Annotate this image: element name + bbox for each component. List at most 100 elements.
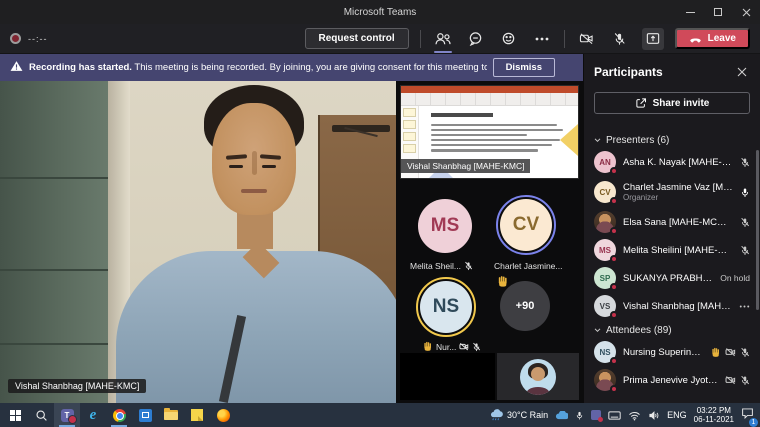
participant-row-nursing[interactable]: NS Nursing Superintend... — [594, 338, 750, 366]
participants-button[interactable] — [432, 28, 454, 50]
reactions-button[interactable] — [498, 28, 520, 50]
banner-message: This meeting is being recorded. By joini… — [134, 62, 486, 73]
ppt-title-bar — [401, 86, 578, 93]
mic-tray-icon[interactable] — [575, 410, 584, 421]
share-invite-button[interactable]: Share invite — [594, 92, 750, 114]
hang-up-icon — [689, 35, 702, 43]
onedrive-tray-icon[interactable] — [555, 411, 568, 420]
avatar: NS — [594, 341, 616, 363]
participant-row-elsa[interactable]: Elsa Sana [MAHE-MCON] — [594, 208, 750, 236]
weather-widget[interactable]: 30°C Rain — [489, 409, 548, 421]
participant-photo-avatar — [520, 359, 556, 395]
ppt-slide-thumb — [403, 132, 416, 141]
leave-button[interactable]: Leave — [675, 28, 750, 49]
close-icon — [737, 67, 747, 77]
video-tile-participant[interactable] — [497, 353, 579, 400]
share-invite-label: Share invite — [653, 98, 710, 109]
status-busy-dot — [610, 311, 618, 319]
screen-share-thumbnail[interactable]: Vishal Shanbhag [MAHE-KMC] — [400, 85, 579, 179]
tile-avatar-ns[interactable]: NS — [420, 281, 472, 333]
start-button[interactable] — [2, 403, 28, 427]
raised-hand-icon — [496, 275, 509, 288]
avatar-photo — [594, 211, 616, 233]
taskbar-explorer-app[interactable] — [158, 403, 184, 427]
panel-scrollbar[interactable] — [756, 150, 759, 310]
video-tile-empty[interactable] — [400, 353, 495, 400]
meeting-toolbar: --:-- Request control — [0, 24, 760, 54]
avatar: SP — [594, 267, 616, 289]
people-icon — [434, 32, 452, 46]
tile-label-melita: Melita Sheil... — [410, 261, 473, 271]
section-label: Attendees (89) — [606, 325, 672, 336]
participant-row-asha[interactable]: AN Asha K. Nayak [MAHE-MCON] — [594, 148, 750, 176]
main-speaker-video[interactable]: Vishal Shanbhag [MAHE-KMC] — [0, 81, 396, 403]
meeting-stage: Vishal Shanbhag [MAHE-KMC] — [0, 81, 583, 403]
maximize-icon — [714, 8, 722, 16]
weather-text: 30°C Rain — [507, 410, 548, 420]
internet-explorer-icon: e — [90, 407, 97, 424]
avatar-initials: CV — [599, 188, 610, 197]
ppt-slide-title-line — [431, 113, 493, 117]
volume-tray-icon[interactable] — [648, 410, 660, 421]
participant-row-melita[interactable]: MS Melita Sheilini [MAHE-MCON] — [594, 236, 750, 264]
tile-avatar-cv[interactable]: CV — [500, 199, 552, 251]
participant-row-sukanya[interactable]: SP SUKANYA PRABHU - 2105... On hold — [594, 264, 750, 292]
participant-name: Charlet Jasmine Vaz [MAHE-... — [623, 182, 733, 193]
camera-toggle-button[interactable] — [576, 28, 598, 50]
taskbar-search-button[interactable] — [28, 403, 54, 427]
participant-row-prima[interactable]: Prima Jenevive Jyothi D'S... — [594, 366, 750, 394]
taskbar-clock[interactable]: 03:22 PM 06-11-2021 — [694, 406, 734, 424]
attendees-section-header[interactable]: Attendees (89) — [594, 322, 750, 338]
close-button[interactable] — [732, 0, 760, 24]
ppt-ribbon — [401, 93, 578, 106]
firefox-icon — [217, 409, 230, 422]
chevron-down-icon — [594, 328, 601, 333]
camera-off-icon — [725, 347, 736, 357]
wifi-tray-icon[interactable] — [628, 410, 641, 421]
more-icon[interactable] — [739, 305, 750, 308]
language-indicator[interactable]: ENG — [667, 410, 687, 420]
ppt-text-line — [431, 124, 557, 126]
avatar: CV — [594, 181, 616, 203]
tile-overflow-count[interactable]: +90 — [500, 281, 550, 331]
more-options-button[interactable] — [531, 28, 553, 50]
panel-title: Participants — [594, 65, 663, 79]
tile-name: Charlet Jasmine... — [494, 261, 563, 271]
participant-name: Elsa Sana [MAHE-MCON] — [623, 217, 733, 228]
status-busy-dot — [610, 385, 618, 393]
presenters-section-header[interactable]: Presenters (6) — [594, 132, 750, 148]
request-control-button[interactable]: Request control — [305, 28, 409, 49]
notification-badge: 1 — [749, 418, 758, 427]
maximize-button[interactable] — [704, 0, 732, 24]
participant-row-charlet[interactable]: CV Charlet Jasmine Vaz [MAHE-... Organiz… — [594, 176, 750, 208]
taskbar-ie-app[interactable]: e — [80, 403, 106, 427]
dismiss-button[interactable]: Dismiss — [493, 58, 555, 77]
share-invite-icon — [635, 97, 647, 109]
tile-avatar-ms[interactable]: MS — [418, 199, 472, 253]
taskbar-stickynotes-app[interactable] — [184, 403, 210, 427]
raised-hand-ring: NS — [416, 277, 476, 337]
taskbar-chrome-app[interactable] — [106, 403, 132, 427]
banner-text: Recording has started. This meeting is b… — [29, 62, 487, 73]
share-screen-button[interactable] — [642, 28, 664, 50]
teams-tray-icon[interactable] — [591, 410, 601, 420]
movies-tv-icon — [139, 409, 152, 422]
taskbar-teams-app[interactable]: T — [54, 403, 80, 427]
ppt-text-line — [431, 149, 538, 151]
close-panel-button[interactable] — [734, 64, 750, 80]
mic-off-icon — [740, 245, 750, 256]
keyboard-tray-icon[interactable] — [608, 411, 621, 420]
chat-button[interactable] — [465, 28, 487, 50]
taskbar-firefox-app[interactable] — [210, 403, 236, 427]
status-busy-dot — [610, 255, 618, 263]
mic-toggle-button[interactable] — [609, 28, 631, 50]
minimize-button[interactable] — [676, 0, 704, 24]
mic-off-icon — [740, 347, 750, 358]
avatar-initials: NS — [433, 296, 459, 318]
tile-label-charlet: Charlet Jasmine... — [494, 261, 563, 271]
action-center-button[interactable]: 1 — [741, 406, 754, 424]
ppt-slide-thumb — [403, 120, 416, 129]
cabinet-shelf — [0, 269, 108, 271]
participant-row-vishal[interactable]: VS Vishal Shanbhag [MAHE-KMC] — [594, 292, 750, 320]
taskbar-movies-app[interactable] — [132, 403, 158, 427]
